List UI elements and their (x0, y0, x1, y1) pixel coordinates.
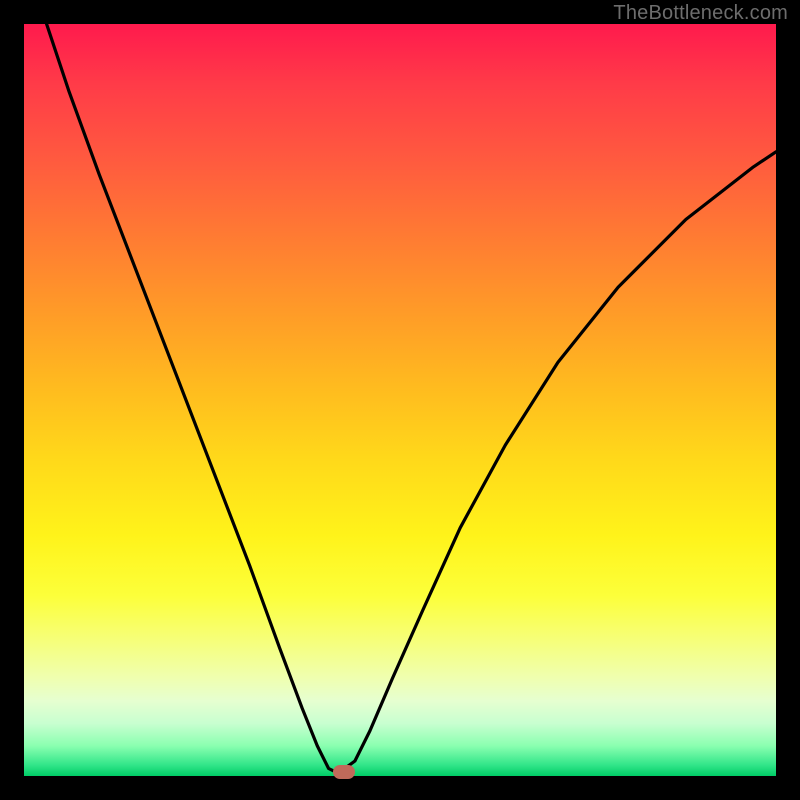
optimal-point-marker (333, 765, 355, 779)
chart-frame: TheBottleneck.com (0, 0, 800, 800)
watermark-text: TheBottleneck.com (613, 2, 788, 25)
bottleneck-curve (24, 24, 776, 776)
curve-path (47, 24, 776, 772)
plot-area (24, 24, 776, 776)
